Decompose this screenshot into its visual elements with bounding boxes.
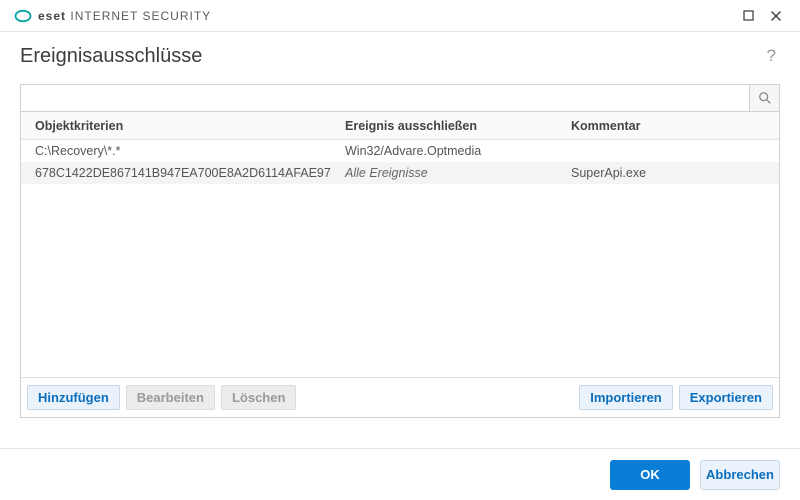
product-name: eset INTERNET SECURITY [38, 9, 211, 23]
brand-bold: eset [38, 9, 66, 23]
page-title: Ereignisausschlüsse [20, 45, 202, 68]
cell-object: 678C1422DE867141B947EA700E8A2D6114AFAE97 [21, 166, 345, 180]
search-input[interactable] [21, 85, 749, 111]
ok-button[interactable]: OK [610, 460, 690, 490]
column-object[interactable]: Objektkriterien [21, 119, 345, 133]
table-row[interactable]: 678C1422DE867141B947EA700E8A2D6114AFAE97… [21, 162, 779, 184]
table-toolbar: Hinzufügen Bearbeiten Löschen Importiere… [21, 377, 779, 417]
cell-object: C:\Recovery\*.* [21, 144, 345, 158]
product-label: INTERNET SECURITY [70, 9, 211, 23]
table-header: Objektkriterien Ereignis ausschließen Ko… [21, 112, 779, 140]
cell-exclude: Win32/Advare.Optmedia [345, 144, 571, 158]
import-button[interactable]: Importieren [579, 385, 673, 410]
cell-exclude: Alle Ereignisse [345, 166, 571, 180]
table-body: C:\Recovery\*.* Win32/Advare.Optmedia 67… [21, 140, 779, 377]
page-header: Ereignisausschlüsse ? [0, 32, 800, 84]
dialog-footer: OK Abbrechen [0, 448, 800, 500]
help-icon[interactable]: ? [763, 42, 780, 70]
table-row[interactable]: C:\Recovery\*.* Win32/Advare.Optmedia [21, 140, 779, 162]
add-button[interactable]: Hinzufügen [27, 385, 120, 410]
eset-logo-icon [14, 7, 32, 25]
cancel-button[interactable]: Abbrechen [700, 460, 780, 490]
column-comment[interactable]: Kommentar [571, 119, 779, 133]
cell-comment: SuperApi.exe [571, 166, 779, 180]
close-button[interactable] [762, 4, 790, 28]
maximize-button[interactable] [734, 4, 762, 28]
search-bar [20, 84, 780, 112]
delete-button[interactable]: Löschen [221, 385, 296, 410]
exclusions-table: Objektkriterien Ereignis ausschließen Ko… [20, 112, 780, 418]
titlebar: eset INTERNET SECURITY [0, 0, 800, 32]
search-button[interactable] [749, 85, 779, 111]
edit-button[interactable]: Bearbeiten [126, 385, 215, 410]
column-exclude[interactable]: Ereignis ausschließen [345, 119, 571, 133]
export-button[interactable]: Exportieren [679, 385, 773, 410]
